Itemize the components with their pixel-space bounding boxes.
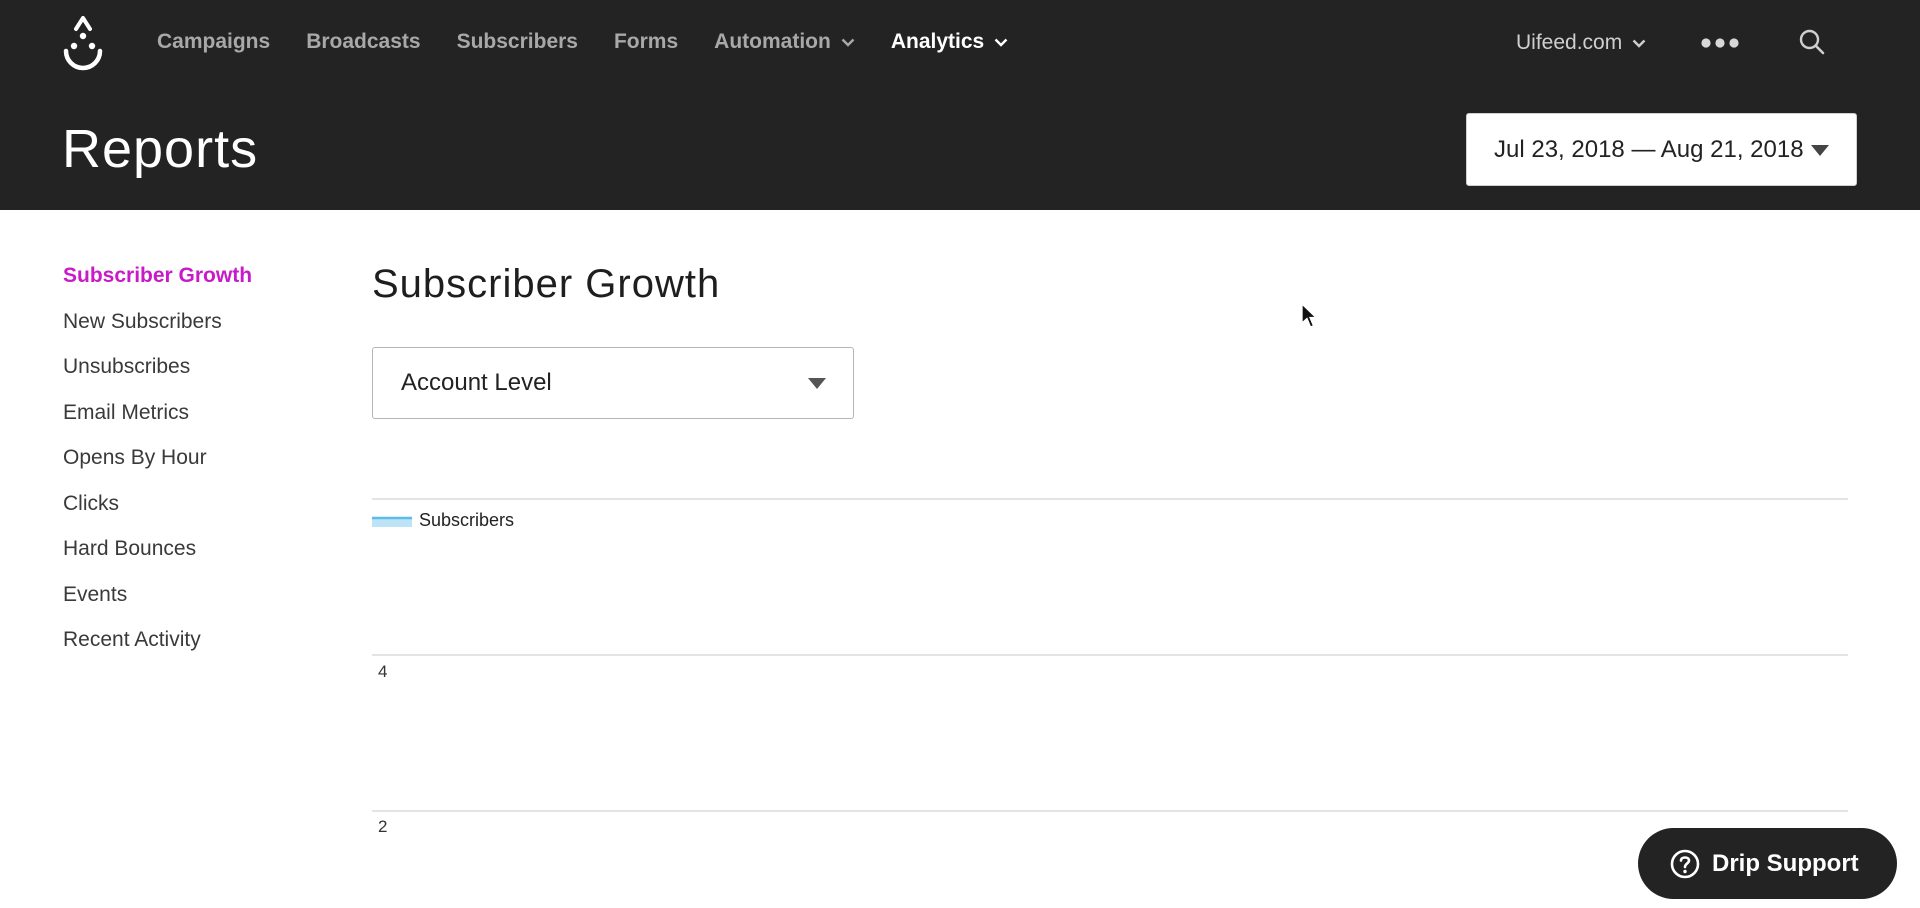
account-switcher[interactable]: Uifeed.com [1516, 31, 1646, 55]
nav-item-label: Forms [613, 30, 679, 53]
nav-item-subscribers[interactable]: Subscribers [457, 30, 578, 54]
search-icon[interactable] [1798, 28, 1826, 56]
nav-item-automation[interactable]: Automation [714, 30, 855, 54]
main-nav: Campaigns Broadcasts Subscribers Forms A… [157, 30, 1044, 54]
sidebar-item-clicks[interactable]: Clicks [63, 492, 252, 538]
level-select-value: Account Level [401, 369, 552, 396]
sidebar-item-email-metrics[interactable]: Email Metrics [63, 401, 252, 447]
account-name: Uifeed.com [1516, 31, 1623, 54]
caret-down-icon [808, 378, 826, 389]
nav-item-label: Subscribers [456, 30, 578, 53]
sidebar-item-events[interactable]: Events [63, 583, 252, 629]
level-select[interactable]: Account Level [372, 347, 854, 419]
top-header: Campaigns Broadcasts Subscribers Forms A… [0, 0, 1920, 210]
sidebar-item-unsubscribes[interactable]: Unsubscribes [63, 355, 252, 401]
caret-down-icon [1811, 145, 1829, 156]
chevron-down-icon [1632, 39, 1646, 48]
support-label: Drip Support [1712, 849, 1859, 877]
question-circle-icon [1670, 849, 1700, 878]
chevron-down-icon [994, 38, 1008, 47]
subscriber-growth-chart: Subscribers 4 2 [372, 498, 1848, 836]
sidebar-item-opens-by-hour[interactable]: Opens By Hour [63, 446, 252, 492]
y-tick-label: 2 [378, 817, 387, 836]
drip-logo-icon[interactable] [62, 16, 104, 74]
nav-item-forms[interactable]: Forms [614, 30, 678, 54]
reports-sidebar: Subscriber Growth New Subscribers Unsubs… [63, 264, 252, 674]
nav-item-label: Analytics [890, 30, 985, 53]
chevron-down-icon [841, 38, 855, 47]
drip-support-button[interactable]: Drip Support [1638, 828, 1897, 899]
mouse-cursor-icon [1301, 303, 1317, 328]
date-range-picker[interactable]: Jul 23, 2018 — Aug 21, 2018 [1466, 113, 1857, 186]
nav-item-label: Automation [714, 30, 831, 53]
nav-item-analytics[interactable]: Analytics [891, 30, 1008, 54]
nav-item-label: Campaigns [157, 30, 271, 53]
y-tick-label: 4 [378, 662, 387, 681]
sidebar-item-recent-activity[interactable]: Recent Activity [63, 628, 252, 674]
more-dots-icon[interactable] [1700, 32, 1740, 54]
sidebar-item-new-subscribers[interactable]: New Subscribers [63, 310, 252, 356]
sidebar-item-hard-bounces[interactable]: Hard Bounces [63, 537, 252, 583]
section-title: Subscriber Growth [372, 262, 721, 306]
nav-item-broadcasts[interactable]: Broadcasts [306, 30, 420, 54]
legend-label: Subscribers [419, 510, 514, 530]
nav-item-label: Broadcasts [306, 30, 421, 53]
page-title: Reports [62, 119, 259, 179]
nav-item-campaigns[interactable]: Campaigns [157, 30, 270, 54]
sidebar-item-subscriber-growth[interactable]: Subscriber Growth [63, 264, 252, 310]
date-range-value: Jul 23, 2018 — Aug 21, 2018 [1494, 135, 1804, 163]
